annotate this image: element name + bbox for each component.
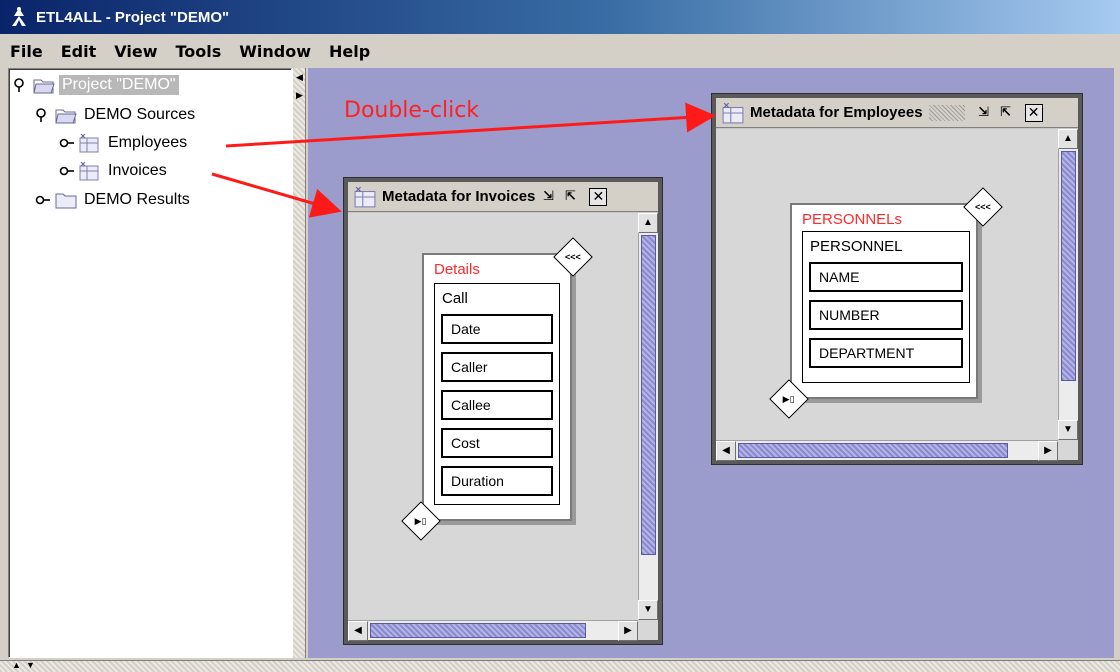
record-name: PERSONNEL bbox=[810, 238, 903, 255]
frame-title: Metadata for Invoices bbox=[382, 188, 536, 205]
maximize-icon[interactable]: ⇱ bbox=[997, 104, 1015, 122]
close-icon[interactable]: ✕ bbox=[589, 187, 608, 206]
expanded-handle-icon[interactable] bbox=[13, 77, 29, 93]
expand-down-icon[interactable]: ▼ bbox=[26, 660, 35, 670]
entity-box[interactable]: Details Call Date Caller Callee Cost Dur… bbox=[422, 253, 572, 521]
frame-title: Metadata for Employees bbox=[750, 104, 923, 121]
scroll-left-icon[interactable]: ◀ bbox=[716, 441, 736, 461]
scroll-down-icon[interactable]: ▼ bbox=[1058, 420, 1078, 440]
invoices-metadata-frame[interactable]: Metadata for Invoices ⇲ ⇱ ✕ Details Call… bbox=[343, 177, 663, 645]
split-pane-divider[interactable]: ◀ ▶ bbox=[292, 68, 306, 658]
field-number[interactable]: NUMBER bbox=[809, 300, 963, 330]
minimize-icon[interactable]: ⇲ bbox=[539, 188, 557, 206]
menu-tools[interactable]: Tools bbox=[175, 42, 221, 61]
title-hatch bbox=[928, 104, 965, 121]
scroll-thumb[interactable] bbox=[641, 235, 656, 555]
field-name[interactable]: NAME bbox=[809, 262, 963, 292]
frame-content: PERSONNELs PERSONNEL NAME NUMBER DEPARTM… bbox=[716, 129, 1078, 461]
collapsed-handle-icon[interactable] bbox=[59, 163, 75, 179]
record-box[interactable]: PERSONNEL NAME NUMBER DEPARTMENT bbox=[802, 231, 970, 383]
collapse-left-icon[interactable]: ◀ bbox=[296, 72, 303, 83]
minimize-icon[interactable]: ⇲ bbox=[975, 104, 993, 122]
scroll-thumb[interactable] bbox=[738, 443, 1008, 458]
maximize-icon[interactable]: ⇱ bbox=[561, 188, 579, 206]
expanded-handle-icon[interactable] bbox=[35, 107, 51, 123]
open-folder-icon bbox=[33, 79, 55, 94]
menu-help[interactable]: Help bbox=[329, 42, 370, 61]
window-titlebar[interactable]: ETL4ALL - Project "DEMO" bbox=[0, 0, 1120, 34]
field-cost[interactable]: Cost bbox=[441, 428, 553, 458]
menu-edit[interactable]: Edit bbox=[61, 42, 97, 61]
record-name: Call bbox=[442, 290, 468, 307]
entity-title: PERSONNELs bbox=[802, 211, 903, 228]
record-box[interactable]: Call Date Caller Callee Cost Duration bbox=[434, 283, 560, 505]
closed-folder-icon bbox=[55, 193, 77, 209]
tree-item-invoices[interactable]: Invoices bbox=[59, 159, 170, 183]
horizontal-scrollbar[interactable]: ◀ ▶ bbox=[716, 440, 1058, 461]
instruction-annotation: Double-click bbox=[344, 98, 480, 123]
tree-item-results[interactable]: DEMO Results bbox=[35, 188, 193, 212]
tree-label-project: Project "DEMO" bbox=[59, 75, 179, 95]
table-metadata-icon bbox=[79, 161, 99, 181]
scroll-thumb[interactable] bbox=[370, 623, 586, 638]
close-icon[interactable]: ✕ bbox=[1024, 103, 1043, 122]
collapsed-handle-icon[interactable] bbox=[59, 135, 75, 151]
field-date[interactable]: Date bbox=[441, 314, 553, 344]
entity-box[interactable]: PERSONNELs PERSONNEL NAME NUMBER DEPARTM… bbox=[790, 203, 978, 399]
menu-window[interactable]: Window bbox=[239, 42, 311, 61]
expand-up-icon[interactable]: ▲ bbox=[12, 660, 21, 670]
scroll-right-icon[interactable]: ▶ bbox=[1038, 441, 1058, 461]
frame-content: Details Call Date Caller Callee Cost Dur… bbox=[348, 213, 658, 641]
tree-label-invoices: Invoices bbox=[108, 162, 167, 179]
expand-right-icon[interactable]: ▶ bbox=[296, 90, 303, 101]
scroll-right-icon[interactable]: ▶ bbox=[618, 621, 638, 641]
vertical-scrollbar[interactable]: ▲ ▼ bbox=[638, 213, 658, 620]
app-logo-icon bbox=[12, 7, 26, 26]
field-callee[interactable]: Callee bbox=[441, 390, 553, 420]
tree-label-results: DEMO Results bbox=[84, 191, 190, 208]
horizontal-scrollbar[interactable]: ◀ ▶ bbox=[348, 620, 638, 641]
entity-title: Details bbox=[434, 261, 480, 278]
scroll-thumb[interactable] bbox=[1061, 151, 1076, 381]
field-duration[interactable]: Duration bbox=[441, 466, 553, 496]
field-caller[interactable]: Caller bbox=[441, 352, 553, 382]
scroll-up-icon[interactable]: ▲ bbox=[1058, 129, 1078, 149]
project-tree[interactable]: Project "DEMO" DEMO Sources Employees In… bbox=[8, 68, 292, 658]
table-metadata-icon bbox=[354, 186, 376, 207]
employees-metadata-frame[interactable]: Metadata for Employees ⇲ ⇱ ✕ PERSONNELs … bbox=[711, 93, 1083, 465]
tree-label-employees: Employees bbox=[108, 134, 188, 151]
tree-item-sources[interactable]: DEMO Sources bbox=[35, 103, 198, 127]
tree-item-project[interactable]: Project "DEMO" bbox=[13, 73, 179, 97]
menu-file[interactable]: File bbox=[10, 42, 43, 61]
menu-view[interactable]: View bbox=[114, 42, 157, 61]
table-metadata-icon bbox=[722, 102, 744, 123]
scroll-up-icon[interactable]: ▲ bbox=[638, 213, 658, 233]
collapsed-handle-icon[interactable] bbox=[35, 192, 51, 208]
table-metadata-icon bbox=[79, 133, 99, 153]
frame-titlebar[interactable]: Metadata for Invoices ⇲ ⇱ ✕ bbox=[348, 182, 658, 212]
tree-label-sources: DEMO Sources bbox=[84, 106, 196, 123]
scroll-left-icon[interactable]: ◀ bbox=[348, 621, 368, 641]
open-folder-icon bbox=[55, 109, 77, 124]
bottom-splitter[interactable]: ▲ ▼ bbox=[0, 660, 1120, 672]
tree-item-employees[interactable]: Employees bbox=[59, 131, 190, 155]
vertical-scrollbar[interactable]: ▲ ▼ bbox=[1058, 129, 1078, 440]
window-title: ETL4ALL - Project "DEMO" bbox=[36, 8, 230, 26]
desktop-area: Double-click Metadata for Invoices ⇲ ⇱ ✕… bbox=[308, 68, 1114, 658]
field-department[interactable]: DEPARTMENT bbox=[809, 338, 963, 368]
menu-bar: File Edit View Tools Window Help bbox=[0, 38, 1120, 64]
frame-titlebar[interactable]: Metadata for Employees ⇲ ⇱ ✕ bbox=[716, 98, 1078, 128]
scroll-down-icon[interactable]: ▼ bbox=[638, 600, 658, 620]
